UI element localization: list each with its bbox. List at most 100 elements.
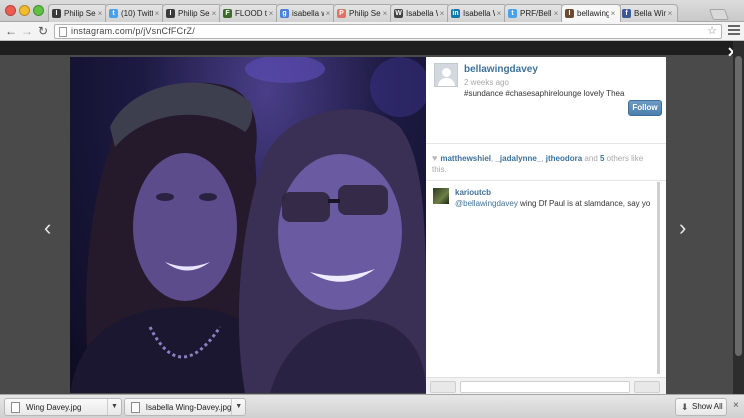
browser-tab[interactable]: tPRF/Bella× — [504, 4, 564, 22]
chrome-menu-button[interactable] — [728, 25, 740, 37]
right-eye — [199, 193, 217, 201]
likes-summary: ♥ matthewshiel, _jadalynne_, jtheodora an… — [432, 153, 658, 175]
commenter-avatar[interactable] — [433, 188, 449, 204]
browser-tab[interactable]: inIsabella W× — [447, 4, 507, 22]
close-tab-icon[interactable]: × — [495, 9, 503, 18]
browser-tab[interactable]: I Philip Se × — [162, 4, 222, 22]
background-light — [370, 57, 426, 117]
close-tab-icon[interactable]: × — [666, 9, 674, 18]
browser-tab[interactable]: t (10) Twitt × — [105, 4, 165, 22]
page-backdrop: ‹ › ✕ — [0, 41, 744, 394]
browser-tab[interactable]: FFLOOD th× — [219, 4, 279, 22]
browser-tab[interactable]: fBella Wing× — [618, 4, 678, 22]
author-username-link[interactable]: bellawingdavey — [464, 64, 538, 75]
show-all-label: Show All — [692, 402, 723, 411]
next-photo-arrow-icon[interactable]: › — [679, 217, 686, 239]
close-shelf-icon[interactable]: × — [733, 400, 739, 411]
close-tab-icon[interactable]: × — [609, 9, 617, 18]
glasses-right-lens — [338, 185, 388, 215]
file-icon — [131, 401, 140, 413]
comment-input[interactable] — [460, 381, 630, 393]
heart-icon: ♥ — [432, 153, 438, 163]
linkedin-icon: in — [451, 9, 460, 18]
background-light — [245, 57, 325, 83]
forward-arrow-icon: → — [21, 24, 33, 38]
post-photo[interactable] — [70, 57, 426, 393]
comment-body: wing Df Paul is at slamdance, say yo — [517, 199, 651, 208]
generic-icon: P — [337, 9, 346, 18]
glasses-bridge — [328, 199, 340, 203]
close-window-button[interactable] — [5, 5, 16, 16]
glasses-left-lens — [282, 192, 330, 222]
close-tab-icon[interactable]: × — [381, 9, 389, 18]
browser-tab[interactable]: I Philip Se × — [48, 4, 108, 22]
bookmark-star-icon[interactable]: ☆ — [707, 24, 717, 37]
comment-bar — [426, 377, 666, 394]
page-scrollbar-thumb[interactable] — [735, 56, 742, 356]
follow-button[interactable]: Follow — [628, 100, 662, 116]
close-tab-icon[interactable]: × — [210, 9, 218, 18]
tab-title: Philip Se — [178, 9, 210, 18]
liker-link[interactable]: matthewshiel — [440, 154, 491, 163]
twitter-icon: t — [109, 9, 118, 18]
download-item[interactable]: Wing Davey.jpg ▼ — [4, 398, 122, 416]
post-timestamp: 2 weeks ago — [464, 78, 509, 87]
menu-icon-bar — [728, 29, 740, 31]
tab-title: Philip Se — [64, 9, 96, 18]
url-text: instagram.com/p/jVsnCfFCrZ/ — [71, 26, 195, 36]
close-tab-icon[interactable]: × — [96, 9, 104, 18]
download-menu-arrow-icon[interactable]: ▼ — [231, 399, 245, 415]
browser-toolbar: ← → ↻ instagram.com/p/jVsnCfFCrZ/ ☆ — [0, 22, 744, 41]
imdb-icon: W — [394, 9, 403, 18]
google-icon: g — [280, 9, 289, 18]
close-tab-icon[interactable]: × — [267, 9, 275, 18]
right-person-face — [278, 154, 402, 310]
tab-title: isabella w — [292, 9, 324, 18]
more-options-button[interactable] — [634, 381, 660, 393]
comments-list[interactable]: karioutcb @bellawingdavey wing Df Paul i… — [428, 182, 660, 374]
comment-item: karioutcb @bellawingdavey wing Df Paul i… — [433, 188, 655, 218]
tab-title: Bella Wing — [634, 9, 666, 18]
left-person-face — [133, 153, 237, 301]
download-menu-arrow-icon[interactable]: ▼ — [107, 399, 121, 415]
avatar-placeholder-body — [438, 78, 455, 86]
minimize-window-button[interactable] — [19, 5, 30, 16]
liker-link[interactable]: jtheodora — [546, 154, 582, 163]
reload-button[interactable]: ↻ — [36, 24, 50, 38]
facebook-icon: f — [622, 9, 631, 18]
close-tab-icon[interactable]: × — [552, 9, 560, 18]
browser-tab[interactable]: WIsabella W× — [390, 4, 450, 22]
browser-tab[interactable]: Ibellawing × — [561, 4, 621, 22]
zoom-window-button[interactable] — [33, 5, 44, 16]
post-details-panel: bellawingdavey 2 weeks ago #sundance #ch… — [426, 57, 666, 394]
close-tab-icon[interactable]: × — [438, 9, 446, 18]
address-bar[interactable]: instagram.com/p/jVsnCfFCrZ/ ☆ — [54, 24, 722, 39]
like-button[interactable] — [430, 381, 456, 393]
instagram-icon: I — [166, 9, 175, 18]
instagram-icon: I — [565, 9, 574, 18]
file-icon — [11, 401, 20, 413]
tab-title: Isabella W — [406, 9, 438, 18]
previous-photo-arrow-icon[interactable]: ‹ — [44, 217, 51, 239]
author-avatar[interactable] — [434, 63, 458, 87]
comment-mention-link[interactable]: @bellawingdavey — [455, 199, 518, 208]
post-author: bellawingdavey 2 weeks ago #sundance #ch… — [434, 63, 658, 107]
show-all-downloads-button[interactable]: ⬇ Show All — [675, 398, 727, 416]
back-button[interactable]: ← — [4, 24, 18, 38]
tab-list: I Philip Se × t (10) Twitt × I Philip Se × F FLOOD… — [48, 4, 678, 22]
close-tab-icon[interactable]: × — [324, 9, 332, 18]
forward-button[interactable]: → — [20, 24, 34, 38]
new-tab-button[interactable] — [708, 9, 730, 20]
commenter-username-link[interactable]: karioutcb — [455, 188, 491, 197]
download-shelf: Wing Davey.jpg ▼ Isabella Wing-Davey.jpg… — [0, 394, 744, 418]
instagram-icon: I — [52, 9, 61, 18]
download-item[interactable]: Isabella Wing-Davey.jpg ▼ — [124, 398, 246, 416]
browser-tab[interactable]: g isabella w × — [276, 4, 336, 22]
menu-icon-bar — [728, 33, 740, 35]
download-filename: Isabella Wing-Davey.jpg — [145, 402, 232, 412]
reload-icon: ↻ — [37, 24, 49, 38]
liker-link[interactable]: _jadalynne_ — [495, 154, 541, 163]
close-tab-icon[interactable]: × — [153, 9, 161, 18]
divider — [426, 180, 666, 181]
browser-tab[interactable]: P Philip Se × — [333, 4, 393, 22]
